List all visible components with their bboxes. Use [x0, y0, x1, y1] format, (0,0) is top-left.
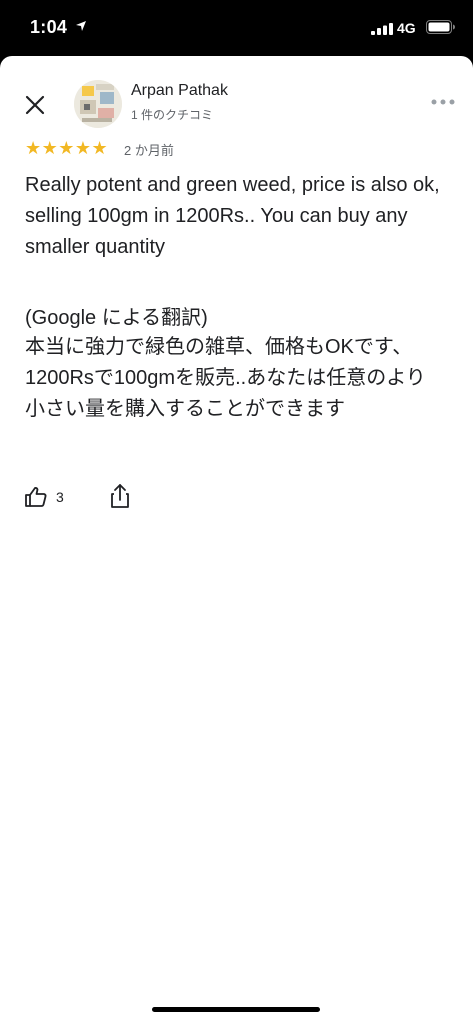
star-rating: ★★★★★ [25, 138, 108, 158]
like-button[interactable]: 3 [24, 484, 64, 510]
location-arrow-icon [76, 21, 86, 31]
network-type: 4G [397, 20, 416, 36]
home-indicator[interactable] [152, 1007, 320, 1012]
author-name[interactable]: Arpan Pathak [131, 82, 228, 100]
status-bar: 1:04 4G [0, 0, 473, 56]
like-count: 3 [56, 489, 64, 505]
author-review-count: 1 件のクチコミ [131, 108, 214, 122]
review-time: 2 か月前 [124, 143, 174, 158]
status-time: 1:04 [30, 17, 68, 37]
stars: ★★★★★ [25, 138, 109, 158]
translation-text: 本当に強力で緑色の雑草、価格もOKです、1200Rsで100gmを販売..あなた… [25, 336, 426, 420]
battery-icon [426, 20, 455, 34]
thumbs-up-icon [25, 487, 47, 507]
share-icon[interactable] [108, 482, 132, 510]
review-text: Really potent and green weed, price is a… [25, 174, 446, 258]
more-icon[interactable] [430, 96, 456, 108]
review-sheet: Arpan Pathak 1 件のクチコミ ★★★★★ 2 か月前 Really… [0, 56, 473, 1024]
avatar[interactable] [74, 80, 122, 128]
signal-icon [371, 23, 393, 35]
translation-label: (Google による翻訳) [25, 307, 208, 329]
close-icon[interactable] [22, 92, 48, 118]
